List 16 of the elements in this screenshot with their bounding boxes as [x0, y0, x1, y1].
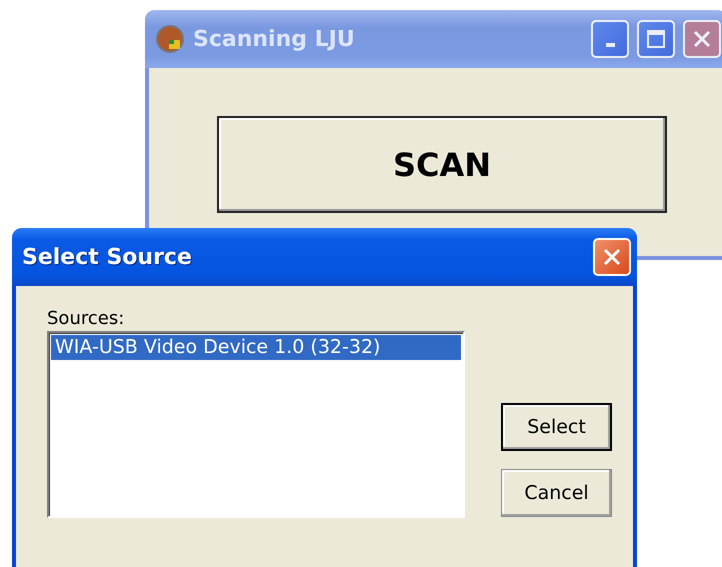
maximize-button[interactable] — [637, 20, 675, 58]
window-title: Scanning LJU — [193, 26, 356, 52]
minimize-icon — [606, 43, 614, 47]
dialog-button[interactable]: Select — [501, 403, 612, 451]
close-icon — [692, 29, 712, 49]
close-icon — [602, 247, 622, 267]
close-button[interactable] — [593, 238, 631, 276]
dialog-button[interactable]: Cancel — [501, 469, 612, 517]
minimize-button[interactable] — [591, 20, 629, 58]
window-title: Select Source — [22, 244, 193, 270]
sources-list[interactable]: WIA-USB Video Device 1.0 (32-32) — [47, 331, 465, 518]
maximize-icon — [646, 29, 666, 49]
list-label: Sources: — [47, 308, 126, 329]
scan-button[interactable]: SCAN — [217, 116, 667, 213]
close-button[interactable] — [683, 20, 721, 58]
list-item[interactable]: WIA-USB Video Device 1.0 (32-32) — [51, 335, 461, 360]
